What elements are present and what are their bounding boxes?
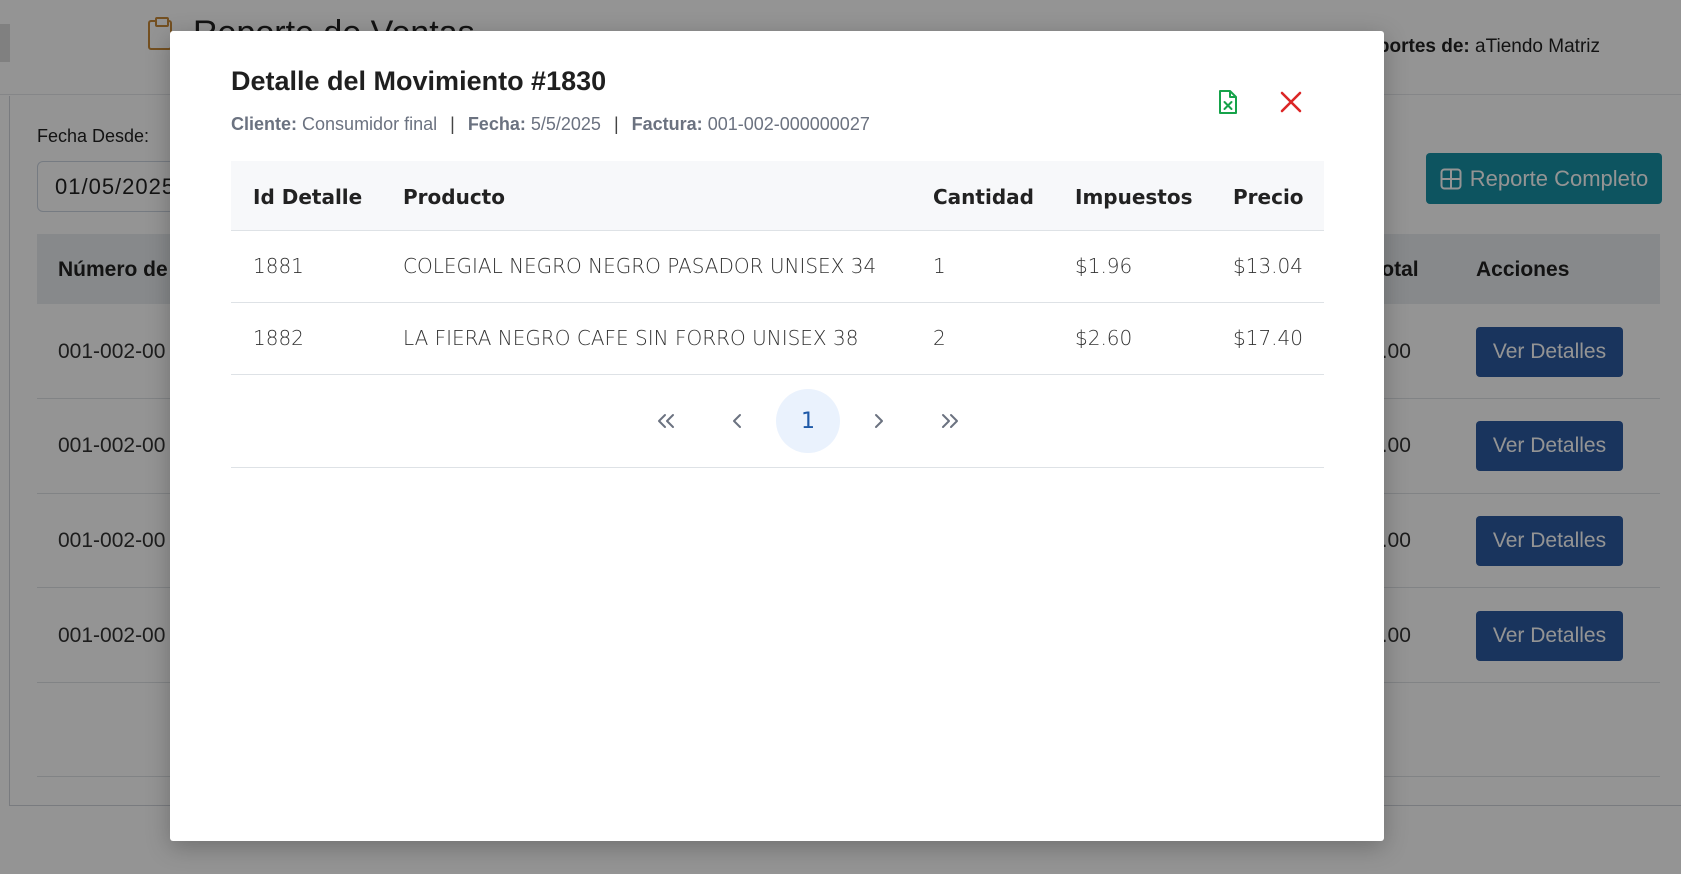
pagination: 1 <box>231 375 1324 468</box>
table-row: 1882 LA FIERA NEGRO CAFE SIN FORRO UNISE… <box>231 303 1324 375</box>
col-cantidad: Cantidad <box>933 185 1034 209</box>
excel-export-button[interactable] <box>1212 87 1242 117</box>
cell-quantity: 2 <box>933 326 946 350</box>
table-row: 1881 COLEGIAL NEGRO NEGRO PASADOR UNISEX… <box>231 231 1324 303</box>
cell-price: $17.40 <box>1233 326 1303 350</box>
col-precio: Precio <box>1233 185 1304 209</box>
invoice-label: Factura: <box>631 114 703 134</box>
double-chevron-right-icon <box>942 414 958 428</box>
invoice-value: 001-002-000000027 <box>707 114 870 134</box>
next-page-button[interactable] <box>847 389 911 453</box>
detail-table: Id Detalle Producto Cantidad Impuestos P… <box>231 161 1324 468</box>
cell-price: $13.04 <box>1233 254 1303 278</box>
col-id-detalle: Id Detalle <box>253 185 363 209</box>
page-1-button[interactable]: 1 <box>776 389 840 453</box>
movement-detail-modal: Detalle del Movimiento #1830 Cliente: Co… <box>170 31 1384 841</box>
date-value: 5/5/2025 <box>530 114 601 134</box>
double-chevron-left-icon <box>658 414 674 428</box>
chevron-right-icon <box>875 414 883 428</box>
close-button[interactable] <box>1276 87 1306 117</box>
excel-export-icon <box>1219 90 1237 114</box>
cell-product: COLEGIAL NEGRO NEGRO PASADOR UNISEX 34 <box>403 254 877 278</box>
close-icon <box>1280 91 1302 113</box>
client-value: Consumidor final <box>302 114 438 134</box>
last-page-button[interactable] <box>918 389 982 453</box>
chevron-left-icon <box>733 414 741 428</box>
date-label: Fecha: <box>467 114 526 134</box>
client-label: Cliente: <box>231 114 298 134</box>
first-page-button[interactable] <box>634 389 698 453</box>
modal-title: Detalle del Movimiento #1830 <box>231 66 607 96</box>
modal-subtitle: Cliente: Consumidor final | Fecha: 5/5/2… <box>231 114 870 135</box>
col-impuestos: Impuestos <box>1075 185 1193 209</box>
cell-id: 1881 <box>253 254 304 278</box>
separator: | <box>450 114 455 134</box>
separator: | <box>613 114 619 134</box>
col-producto: Producto <box>403 185 505 209</box>
cell-taxes: $1.96 <box>1075 254 1133 278</box>
cell-id: 1882 <box>253 326 304 350</box>
cell-quantity: 1 <box>933 254 946 278</box>
detail-table-header: Id Detalle Producto Cantidad Impuestos P… <box>231 161 1324 231</box>
prev-page-button[interactable] <box>705 389 769 453</box>
cell-product: LA FIERA NEGRO CAFE SIN FORRO UNISEX 38 <box>403 326 859 350</box>
cell-taxes: $2.60 <box>1075 326 1133 350</box>
